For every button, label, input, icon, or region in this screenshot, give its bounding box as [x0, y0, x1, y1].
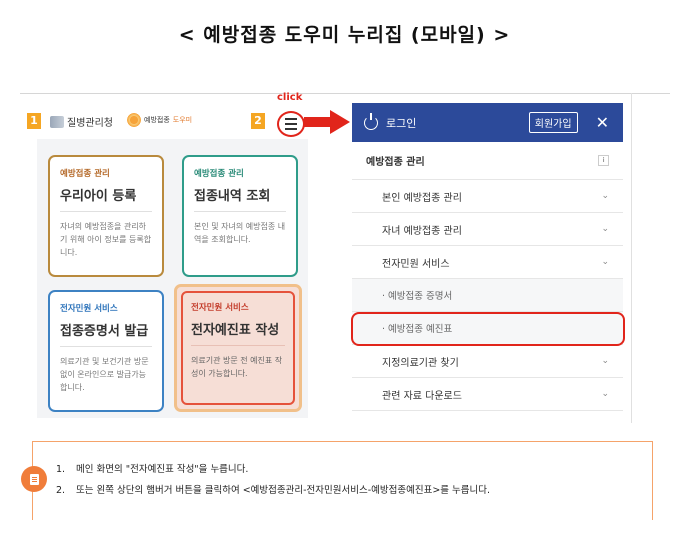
card-title: 접종내역 조회 [194, 185, 286, 212]
signup-button[interactable]: 회원가입 [528, 112, 578, 133]
hamburger-line [285, 118, 297, 120]
card-description: 의료기관 및 보건기관 방문 없이 온라인으로 발급가능합니다. [60, 357, 149, 392]
chevron-down-icon: ⌄ [601, 191, 609, 201]
hamburger-line [285, 128, 297, 130]
menu-item-label: 전자민원 서비스 [382, 258, 450, 270]
chevron-down-icon: ⌄ [601, 224, 609, 234]
divider [20, 93, 670, 94]
menu-item-label: 지정의료기관 찾기 [382, 357, 459, 369]
hamburger-menu-button[interactable] [277, 111, 305, 137]
card-highlight-frame: 전자민원 서비스 전자예진표 작성 의료기관 방문 전 예진표 작성이 가능합니… [181, 291, 295, 405]
menu-item-label: 자녀 예방접종 관리 [382, 225, 462, 237]
site-logo[interactable]: 예방접종 도우미 [127, 113, 192, 127]
card-history-lookup[interactable]: 예방접종 관리 접종내역 조회 본인 및 자녀의 예방접종 내역을 조회합니다. [182, 155, 298, 277]
card-child-register[interactable]: 예방접종 관리 우리아이 등록 자녀의 예방접종을 관리하기 위해 아이 정보를… [48, 155, 164, 277]
instruction-step-2: 2. 또는 왼쪽 상단의 햄버거 버튼을 클릭하여 <예방접종관리-전자민원서비스… [56, 482, 490, 496]
power-icon [364, 112, 378, 130]
menu-item-label: 본인 예방접종 관리 [382, 192, 462, 204]
instruction-box [32, 441, 653, 520]
paper-shape [29, 473, 39, 485]
close-icon[interactable]: ✕ [596, 113, 609, 132]
chevron-down-icon: ⌄ [601, 356, 609, 366]
card-description: 자녀의 예방접종을 관리하기 위해 아이 정보를 등록합니다. [60, 222, 152, 257]
step-number: 1. [56, 464, 66, 475]
card-description: 본인 및 자녀의 예방접종 내역을 조회합니다. [194, 222, 286, 244]
agency-logo[interactable]: 질병관리청 [50, 114, 113, 129]
page-title: < 예방접종 도우미 누리집 (모바일) > [178, 24, 511, 46]
chevron-down-icon: ⌄ [601, 257, 609, 267]
card-title: 우리아이 등록 [60, 185, 152, 212]
instruction-step-1: 1. 메인 화면의 "전자예진표 작성"을 누릅니다. [56, 461, 248, 475]
menu-item-self-vaccination[interactable]: 본인 예방접종 관리 ⌄ [352, 180, 623, 213]
card-category: 예방접종 관리 [60, 169, 110, 179]
card-category: 전자민원 서비스 [60, 304, 118, 314]
card-category: 예방접종 관리 [194, 169, 244, 179]
submenu-item-certificate[interactable]: · 예방접종 증명서 [352, 279, 623, 312]
side-menu-panel: 로그인 회원가입 ✕ 예방접종 관리 i 본인 예방접종 관리 ⌄ 자녀 예방접… [352, 103, 623, 416]
submenu-item-label: · 예방접종 증명서 [382, 291, 453, 302]
sun-icon [127, 113, 141, 127]
highlight-box [351, 312, 625, 346]
main-screen-panel: 예방접종 관리 우리아이 등록 자녀의 예방접종을 관리하기 위해 아이 정보를… [37, 139, 308, 418]
menu-item-label: 관련 자료 다운로드 [382, 390, 462, 402]
card-title: 전자예진표 작성 [191, 319, 285, 346]
card-title: 접종증명서 발급 [60, 320, 152, 347]
menu-item-find-clinic[interactable]: 지정의료기관 찾기 ⌄ [352, 345, 623, 378]
step-text: 메인 화면의 "전자예진표 작성"을 누릅니다. [76, 464, 249, 475]
click-annotation: click [277, 92, 303, 103]
agency-name: 질병관리청 [67, 118, 113, 129]
site-name-prefix: 예방접종 [144, 116, 170, 124]
card-category: 전자민원 서비스 [191, 303, 249, 313]
info-icon: i [598, 155, 609, 166]
menu-section-label: 예방접종 관리 [366, 157, 425, 168]
card-description: 의료기관 방문 전 예진표 작성이 가능합니다. [191, 356, 283, 378]
hamburger-line [285, 123, 297, 125]
step-text: 또는 왼쪽 상단의 햄버거 버튼을 클릭하여 <예방접종관리-전자민원서비스-예… [76, 485, 491, 496]
chevron-down-icon: ⌄ [601, 389, 609, 399]
document-icon [21, 466, 47, 492]
site-name-suffix: 도우미 [172, 116, 193, 124]
agency-emblem-icon [50, 115, 64, 128]
menu-section-title[interactable]: 예방접종 관리 i [352, 142, 623, 180]
menu-item-child-vaccination[interactable]: 자녀 예방접종 관리 ⌄ [352, 213, 623, 246]
right-arrow-icon [304, 110, 350, 134]
card-certificate-issue[interactable]: 전자민원 서비스 접종증명서 발급 의료기관 및 보건기관 방문 없이 온라인으… [48, 290, 164, 412]
step-badge-2: 2 [251, 113, 265, 129]
menu-item-downloads[interactable]: 관련 자료 다운로드 ⌄ [352, 378, 623, 411]
menu-header: 로그인 회원가입 ✕ [352, 103, 623, 142]
card-e-prescreening[interactable]: 전자민원 서비스 전자예진표 작성 의료기관 방문 전 예진표 작성이 가능합니… [174, 284, 302, 412]
menu-item-e-civil-service[interactable]: 전자민원 서비스 ⌄ [352, 246, 623, 279]
step-number: 2. [56, 485, 66, 496]
step-badge-1: 1 [27, 113, 41, 129]
divider [631, 93, 632, 423]
login-link[interactable]: 로그인 [386, 115, 416, 131]
